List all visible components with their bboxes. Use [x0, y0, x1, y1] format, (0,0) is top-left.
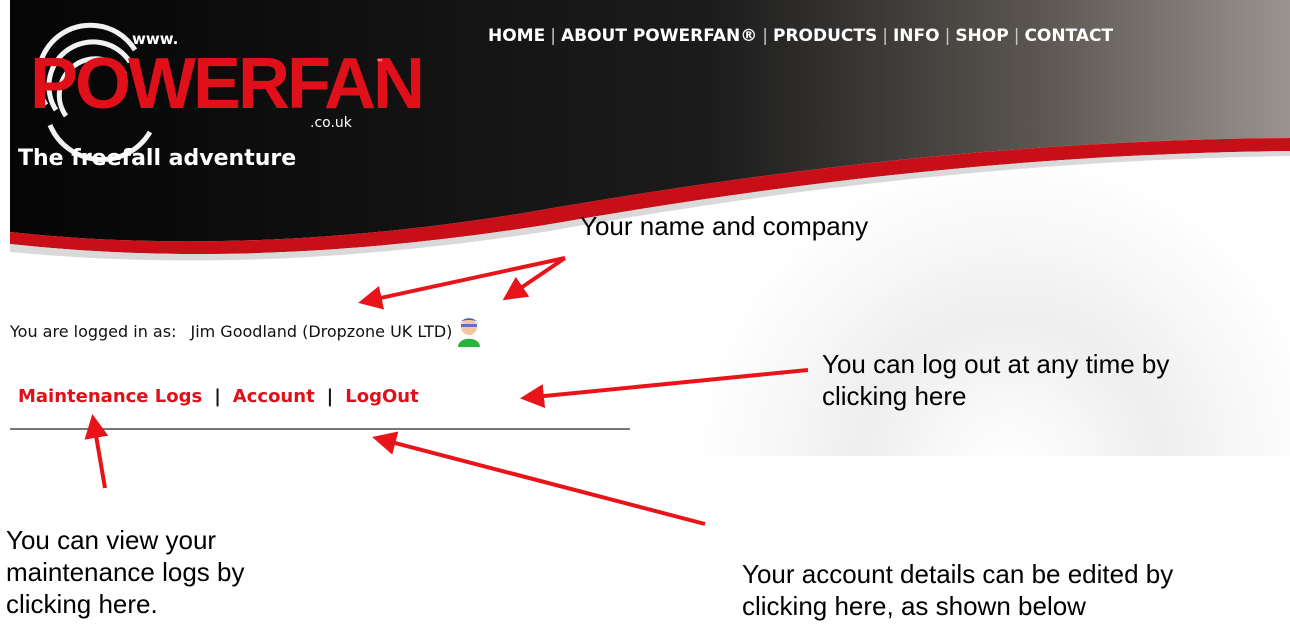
top-navigation: HOME | ABOUT POWERFAN® | PRODUCTS | INFO…: [488, 26, 1113, 46]
site-tagline: The freefall adventure: [18, 146, 297, 171]
nav-separator: |: [550, 26, 556, 46]
nav-products[interactable]: PRODUCTS: [773, 26, 877, 46]
nav-contact[interactable]: CONTACT: [1024, 26, 1113, 46]
nav-info[interactable]: INFO: [893, 26, 940, 46]
subnav-divider: [10, 428, 630, 430]
nav-about[interactable]: ABOUT POWERFAN®: [561, 26, 757, 46]
logo-wordmark[interactable]: POWERFAN: [30, 46, 425, 122]
nav-shop[interactable]: SHOP: [955, 26, 1008, 46]
logged-in-label: You are logged in as:: [10, 321, 177, 341]
logged-in-status: You are logged in as: Jim Goodland (Drop…: [10, 314, 482, 348]
annotation-logout: You can log out at any time by clicking …: [822, 349, 1170, 411]
nav-separator: |: [762, 26, 768, 46]
nav-separator: |: [1013, 26, 1020, 46]
logged-in-user: Jim Goodland (Dropzone UK LTD): [190, 321, 453, 341]
nav-separator: |: [944, 26, 951, 46]
account-link[interactable]: Account: [233, 386, 315, 407]
subnav-separator: |: [214, 386, 221, 407]
annotation-name-company: Your name and company: [580, 211, 869, 241]
annotation-account: Your account details can be edited by cl…: [742, 559, 1174, 621]
account-navigation: Maintenance Logs | Account | LogOut: [18, 386, 419, 407]
subnav-separator: |: [326, 386, 334, 407]
annotation-maintenance-logs: You can view your maintenance logs by cl…: [6, 525, 245, 619]
logo-trademark: ™: [376, 58, 384, 67]
logo-domain-text: .co.uk: [310, 115, 352, 131]
nav-separator: |: [882, 26, 888, 46]
maintenance-logs-link[interactable]: Maintenance Logs: [18, 386, 202, 407]
nav-home[interactable]: HOME: [488, 26, 545, 46]
logout-link[interactable]: LogOut: [345, 386, 418, 407]
user-avatar-icon: [458, 318, 481, 347]
